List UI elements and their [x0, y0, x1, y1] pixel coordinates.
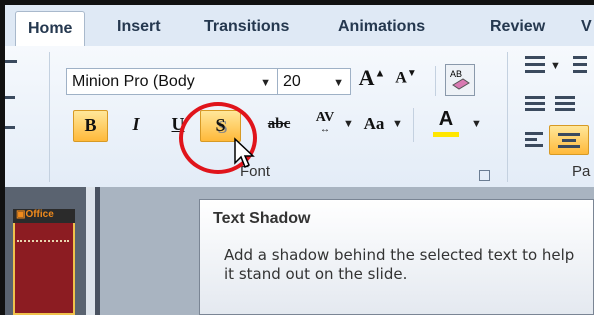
tab-animations[interactable]: Animations: [338, 18, 425, 36]
group-separator: [49, 52, 50, 182]
align-left-icon[interactable]: [525, 132, 543, 147]
font-size-value: 20: [283, 73, 301, 90]
clear-format-icon[interactable]: AB: [445, 64, 475, 96]
tooltip-title: Text Shadow: [213, 210, 311, 227]
chevron-down-icon[interactable]: ▼: [343, 118, 354, 130]
dialog-launcher-icon[interactable]: [479, 170, 490, 181]
thumbnail-label: ▣Office: [16, 209, 54, 220]
svg-text:AB: AB: [450, 69, 462, 79]
grow-font-button[interactable]: A▲: [357, 65, 387, 97]
text-shadow-tooltip: Text Shadow Add a shadow behind the sele…: [199, 199, 594, 315]
shrink-font-label: A: [395, 69, 407, 87]
tab-review[interactable]: Review: [490, 18, 545, 36]
chevron-down-icon[interactable]: ▼: [550, 60, 561, 72]
font-name-value: Minion Pro (Body: [72, 73, 195, 90]
font-color-label: A: [438, 108, 454, 130]
tab-transitions[interactable]: Transitions: [204, 18, 289, 36]
pane-border: [95, 187, 100, 315]
font-name-combo[interactable]: Minion Pro (Body ▼: [66, 68, 278, 95]
thumbnail-text: Office: [25, 209, 54, 220]
chevron-down-icon[interactable]: ▼: [392, 118, 403, 130]
clipboard-icon[interactable]: [5, 60, 17, 63]
group-separator: [507, 52, 508, 182]
pane-splitter[interactable]: [86, 187, 95, 315]
thumbnail-dotted-line: [17, 240, 69, 242]
bullets-icon[interactable]: [525, 56, 545, 73]
ribbon-tabs: Home Insert Transitions Animations Revie…: [5, 5, 594, 47]
layout-icon[interactable]: [5, 96, 15, 99]
shrink-font-button[interactable]: A▼: [393, 68, 419, 100]
align-center-icon[interactable]: [549, 125, 589, 155]
separator: [413, 108, 414, 142]
separator: [435, 66, 436, 96]
chevron-down-icon: ▼: [260, 77, 271, 89]
tab-home[interactable]: Home: [15, 11, 86, 47]
tooltip-body: Add a shadow behind the selected text to…: [224, 246, 575, 283]
character-spacing-button[interactable]: AV ↔: [306, 108, 344, 140]
change-case-button[interactable]: Aa: [358, 110, 390, 142]
tab-insert[interactable]: Insert: [117, 18, 161, 36]
section-icon[interactable]: [5, 126, 15, 129]
font-color-swatch: [433, 132, 459, 137]
increase-indent-icon[interactable]: [555, 96, 575, 111]
numbering-icon[interactable]: [573, 56, 587, 73]
decrease-indent-icon[interactable]: [525, 96, 545, 111]
tab-view[interactable]: V: [581, 18, 592, 36]
italic-button[interactable]: I: [123, 110, 149, 142]
bold-button[interactable]: B: [73, 110, 108, 142]
ribbon-home: Minion Pro (Body ▼ 20 ▼ A▲ A▼ AB B I U S…: [5, 46, 594, 187]
font-size-combo[interactable]: 20 ▼: [277, 68, 351, 95]
chevron-down-icon: ▼: [333, 77, 344, 89]
spacing-label: AV: [315, 110, 335, 125]
strikethrough-button[interactable]: abc: [261, 110, 297, 142]
spacing-arrows-icon: ↔: [320, 124, 330, 135]
chevron-down-icon[interactable]: ▼: [471, 118, 482, 130]
grow-font-label: A: [358, 65, 375, 90]
font-color-button[interactable]: A: [430, 106, 462, 138]
slide-thumbnail[interactable]: [13, 209, 75, 315]
slides-pane[interactable]: ▣Office: [5, 187, 86, 315]
paragraph-group-label: Pa: [572, 163, 591, 180]
pointer-cursor-icon: [234, 137, 255, 169]
